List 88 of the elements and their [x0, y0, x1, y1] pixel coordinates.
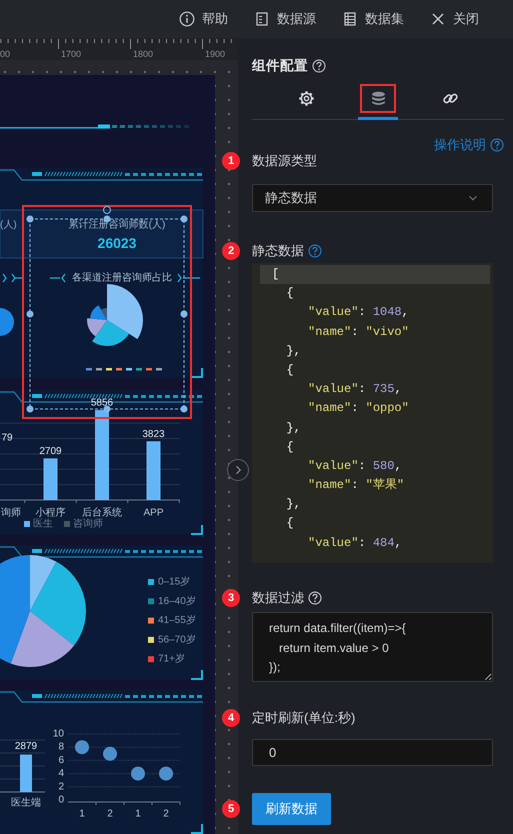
scatter-point [75, 740, 89, 754]
panel-title: 组件配置 [252, 57, 308, 75]
field-label: 数据过滤 [252, 590, 304, 606]
code-line: "value": 735, [307, 381, 403, 398]
axis-label: 0 [58, 794, 64, 806]
axis-label: 2 [163, 808, 169, 820]
bar-value-label: 3823 [142, 428, 165, 440]
ruler-label: 1700 [61, 48, 82, 59]
corner-ornament [191, 368, 203, 378]
scatter-point [103, 746, 117, 761]
axis-label: 4 [58, 768, 64, 780]
chart-subtitle: 各渠道注册咨询师占比 [72, 272, 172, 284]
corner-ornament [191, 824, 203, 834]
toolbar-button[interactable]: 帮助 [179, 9, 228, 29]
axis-label: 2 [107, 808, 113, 820]
kpi-value: 26023 [98, 235, 136, 251]
code-line: }, [285, 420, 302, 436]
corner-ornament [191, 525, 203, 535]
code-line: "value": 484, [307, 534, 403, 552]
code-line: "name": "vivo" [307, 324, 410, 341]
ruler-label: 00 [0, 48, 10, 59]
code-line: "name": "苹果" [307, 477, 406, 494]
close-button[interactable]: 关闭 [430, 9, 479, 29]
legend-label: 0–15岁 [158, 576, 190, 588]
source-select[interactable]: 静态数据 [252, 184, 493, 212]
axis-label: 1 [79, 808, 85, 820]
interval-input[interactable]: 0 [252, 739, 493, 766]
chart-bar [44, 458, 58, 500]
axis-label: 医生端 [11, 798, 41, 808]
toolbar-button[interactable]: 数据集 [342, 9, 404, 29]
axis-label: 6 [58, 754, 64, 766]
axis-label: 询师 [1, 508, 21, 518]
chart-bar [146, 441, 160, 500]
field-label: 定时刷新(单位:秒) [252, 710, 356, 726]
field-label: 数据源类型 [252, 153, 317, 169]
table-icon [342, 11, 358, 27]
scatter-point [159, 766, 173, 781]
corner-ornament [191, 670, 203, 680]
legend-label: 医生 [33, 518, 53, 530]
help-link[interactable]: 操作说明 [434, 137, 504, 153]
code-editor[interactable]: [ { "value": 1048, "name": "vivo" }, { "value": 735, "name": "oppo" }, { "value": 580, "name": "苹果" }, { "value": 484, [252, 263, 493, 563]
chart-bar [20, 754, 32, 792]
code-line: "value": 580, [307, 458, 403, 475]
bar-value-label: 2879 [14, 741, 38, 752]
refresh-button[interactable]: 刷新数据 [252, 793, 331, 825]
legend-label: 41–55岁 [158, 615, 196, 626]
legend-label: 56–70岁 [158, 634, 196, 646]
axis-label: APP [144, 508, 164, 518]
code-line: { [285, 362, 295, 379]
code-line: { [285, 515, 295, 532]
axis-label: 后台系统 [82, 508, 122, 518]
code-line: }, [285, 496, 302, 514]
code-line: "name": "oppo" [307, 400, 410, 418]
axis-label: 2 [58, 781, 64, 792]
filter-code-field[interactable]: return data.filter((item)=>{ return item.value > 0 }); [252, 612, 493, 682]
ruler-label: 1900 [205, 48, 226, 59]
bar-value-label: 2709 [39, 446, 62, 457]
ruler-label: 1800 [133, 48, 154, 59]
rotate-handle[interactable] [103, 206, 111, 214]
title-ornament [2, 274, 22, 282]
legend-label: 16–40岁 [158, 596, 196, 607]
database-icon [370, 90, 386, 107]
axis-label: 8 [58, 742, 64, 753]
close-icon [430, 11, 446, 27]
axis-label: 1 [135, 808, 141, 820]
legend-label: 71+岁 [158, 654, 185, 665]
pie-chart-drawing [0, 308, 14, 336]
list-icon [254, 11, 270, 27]
code-line: { [285, 285, 295, 302]
axis-label: 10 [52, 728, 64, 740]
axis-label: 小程序 [36, 508, 66, 518]
title-ornament [50, 274, 66, 282]
rose-chart-drawing [87, 284, 143, 346]
field-label: 静态数据 [252, 243, 304, 259]
code-line: { [285, 438, 295, 456]
chart-title: (人) [0, 220, 17, 230]
tab[interactable] [358, 84, 398, 120]
code-line: "value": 1048, [307, 304, 410, 322]
title-ornament [178, 274, 200, 282]
scatter-point [131, 766, 145, 781]
code-line: }, [285, 342, 302, 360]
legend-label: 咨询师 [73, 518, 103, 530]
settings-icon [298, 90, 314, 107]
grid-lines [0, 740, 46, 780]
bar-value-label: 79 [1, 432, 13, 444]
info-icon [179, 11, 195, 27]
toolbar-button[interactable]: 数据源 [254, 9, 316, 29]
help-icon[interactable] [312, 59, 326, 73]
